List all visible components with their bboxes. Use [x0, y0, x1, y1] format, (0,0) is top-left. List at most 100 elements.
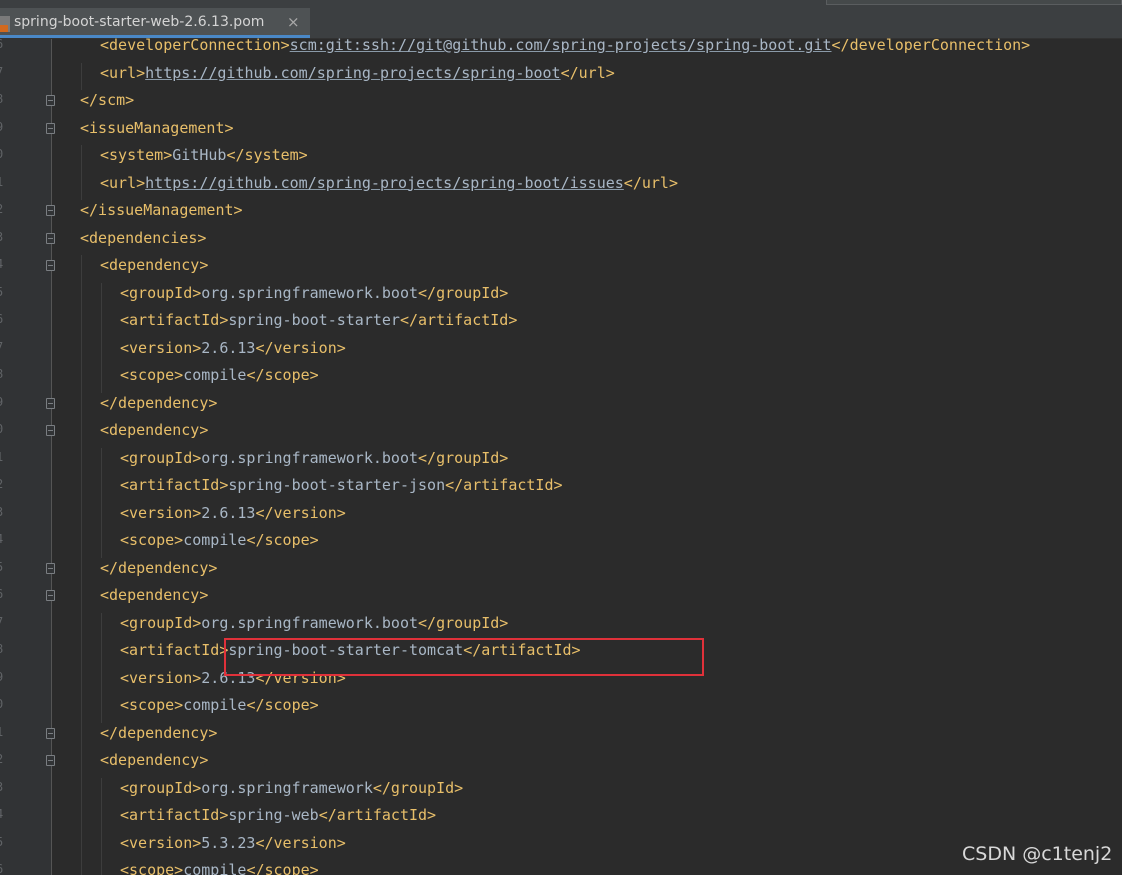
xml-close-tag: </version>: [255, 503, 346, 522]
fold-marker-icon[interactable]: [46, 205, 55, 216]
code-line: <developerConnection>scm:git:ssh://git@g…: [100, 35, 1030, 55]
xml-open-tag: <url>: [100, 63, 146, 82]
line-number: 9: [0, 395, 6, 409]
tab-pom-file[interactable]: spring-boot-starter-web-2.6.13.pom ×: [0, 8, 310, 38]
line-number: 5: [0, 285, 6, 299]
indent-guide: [81, 145, 82, 200]
line-number: 6: [0, 312, 6, 326]
code-line: <issueManagement>: [80, 118, 234, 138]
xml-open-tag: <artifactId>: [120, 311, 229, 329]
fold-marker-icon[interactable]: [46, 727, 55, 739]
code-line: <artifactId>spring-boot-starter-json</ar…: [120, 475, 563, 495]
xml-value: spring-boot-starter-json: [228, 476, 446, 494]
line-number: 9: [0, 670, 6, 684]
code-line: </dependency>: [100, 723, 217, 743]
fold-marker-icon[interactable]: [46, 590, 55, 601]
line-number: 6: [0, 587, 6, 601]
code-line: <artifactId>spring-boot-starter</artifac…: [120, 310, 517, 330]
xml-close-tag: </artifactId>: [445, 476, 563, 494]
xml-open-tag: <groupId>: [120, 448, 202, 467]
xml-close-tag: </groupId>: [418, 283, 509, 302]
xml-close-tag: </version>: [255, 833, 346, 852]
code-line: <version>5.3.23</version>: [120, 833, 346, 853]
line-number: 7: [0, 65, 6, 79]
xml-close-tag: </scope>: [246, 366, 319, 384]
watermark: CSDN @c1tenj2: [962, 843, 1113, 865]
tab-label: spring-boot-starter-web-2.6.13.pom: [14, 14, 265, 30]
xml-close-tag: </developerConnection>: [831, 36, 1031, 54]
code-line: <groupId>org.springframework.boot</group…: [120, 448, 508, 468]
code-line: </issueManagement>: [80, 200, 243, 220]
code-line: </scm>: [80, 90, 134, 110]
xml-value: 5.3.23: [201, 833, 256, 852]
code-line: <version>2.6.13</version>: [120, 338, 346, 358]
line-number: 7: [0, 615, 6, 629]
line-number: 8: [0, 367, 6, 381]
xml-close-tag: </scope>: [246, 861, 319, 875]
xml-open-tag: <developerConnection>: [100, 36, 290, 54]
code-line: <dependency>: [100, 255, 208, 275]
search-field[interactable]: [826, 0, 1122, 5]
xml-close-tag: </version>: [255, 338, 346, 357]
xml-close-tag: </groupId>: [372, 778, 464, 797]
xml-tag: <dependency>: [100, 421, 209, 439]
line-number: 3: [0, 780, 6, 794]
fold-marker-icon[interactable]: [46, 562, 55, 574]
code-line: <scope>compile</scope>: [120, 860, 319, 875]
code-line: <groupId>org.springframework</groupId>: [120, 778, 463, 798]
line-number: 4: [0, 532, 6, 546]
code-line: <groupId>org.springframework.boot</group…: [120, 613, 508, 633]
xml-open-tag: <system>: [100, 146, 173, 164]
xml-open-tag: <artifactId>: [120, 641, 229, 659]
line-number: 4: [0, 807, 6, 821]
line-number: 5: [0, 560, 6, 574]
xml-close-tag: </system>: [226, 146, 308, 164]
xml-tag: </dependency>: [100, 723, 218, 742]
fold-marker-icon[interactable]: [46, 425, 55, 436]
line-number: 2: [0, 477, 6, 491]
fold-marker-icon[interactable]: [46, 755, 55, 766]
maven-file-icon: [0, 16, 10, 32]
code-line: <url>https://github.com/spring-projects/…: [100, 173, 678, 193]
line-number-gutter: 6 7 8 9 0 1 2 3 4 5 6 7 8 9 0 1 2 3 4 5 6 7 8 9 0 1 2 3 4 5 6: [0, 37, 52, 875]
xml-open-tag: <url>: [100, 173, 146, 192]
code-line: <dependency>: [100, 585, 208, 605]
indent-guide: [101, 447, 102, 558]
xml-value: 2.6.13: [201, 503, 256, 522]
indent-guide: [101, 282, 102, 393]
xml-close-tag: </groupId>: [418, 613, 509, 632]
line-number: 8: [0, 92, 6, 106]
fold-marker-icon[interactable]: [46, 232, 55, 244]
xml-value: 2.6.13: [201, 338, 256, 357]
code-line: <system>GitHub</system>: [100, 145, 308, 165]
xml-open-tag: <groupId>: [120, 283, 202, 302]
editor-tab-bar: spring-boot-starter-web-2.6.13.pom ×: [0, 0, 1122, 39]
xml-open-tag: <scope>: [120, 861, 184, 875]
xml-value: spring-boot-starter: [228, 311, 400, 329]
indent-guide: [101, 612, 102, 723]
xml-tag: </dependency>: [100, 558, 218, 577]
xml-tag: <dependency>: [100, 751, 209, 769]
code-line: <dependencies>: [80, 228, 206, 248]
xml-close-tag: </scope>: [246, 696, 319, 714]
close-icon[interactable]: ×: [287, 13, 300, 31]
fold-marker-icon[interactable]: [46, 122, 55, 134]
xml-open-tag: <groupId>: [120, 778, 202, 797]
xml-value: compile: [183, 861, 247, 875]
xml-tag: </issueManagement>: [80, 201, 243, 219]
line-number: 9: [0, 120, 6, 134]
line-number: 6: [0, 862, 6, 875]
fold-marker-icon[interactable]: [46, 260, 55, 271]
code-line: <url>https://github.com/spring-projects/…: [100, 63, 615, 83]
line-number: 7: [0, 340, 6, 354]
xml-value: compile: [183, 696, 247, 714]
xml-tag: <issueManagement>: [80, 118, 234, 137]
fold-marker-icon[interactable]: [46, 95, 55, 106]
code-line: <artifactId>spring-web</artifactId>: [120, 805, 436, 825]
line-number: 0: [0, 697, 6, 711]
code-line: <scope>compile</scope>: [120, 365, 319, 385]
line-number: 5: [0, 835, 6, 849]
xml-open-tag: <artifactId>: [120, 476, 229, 494]
xml-close-tag: </scope>: [246, 531, 319, 549]
fold-marker-icon[interactable]: [46, 397, 55, 409]
